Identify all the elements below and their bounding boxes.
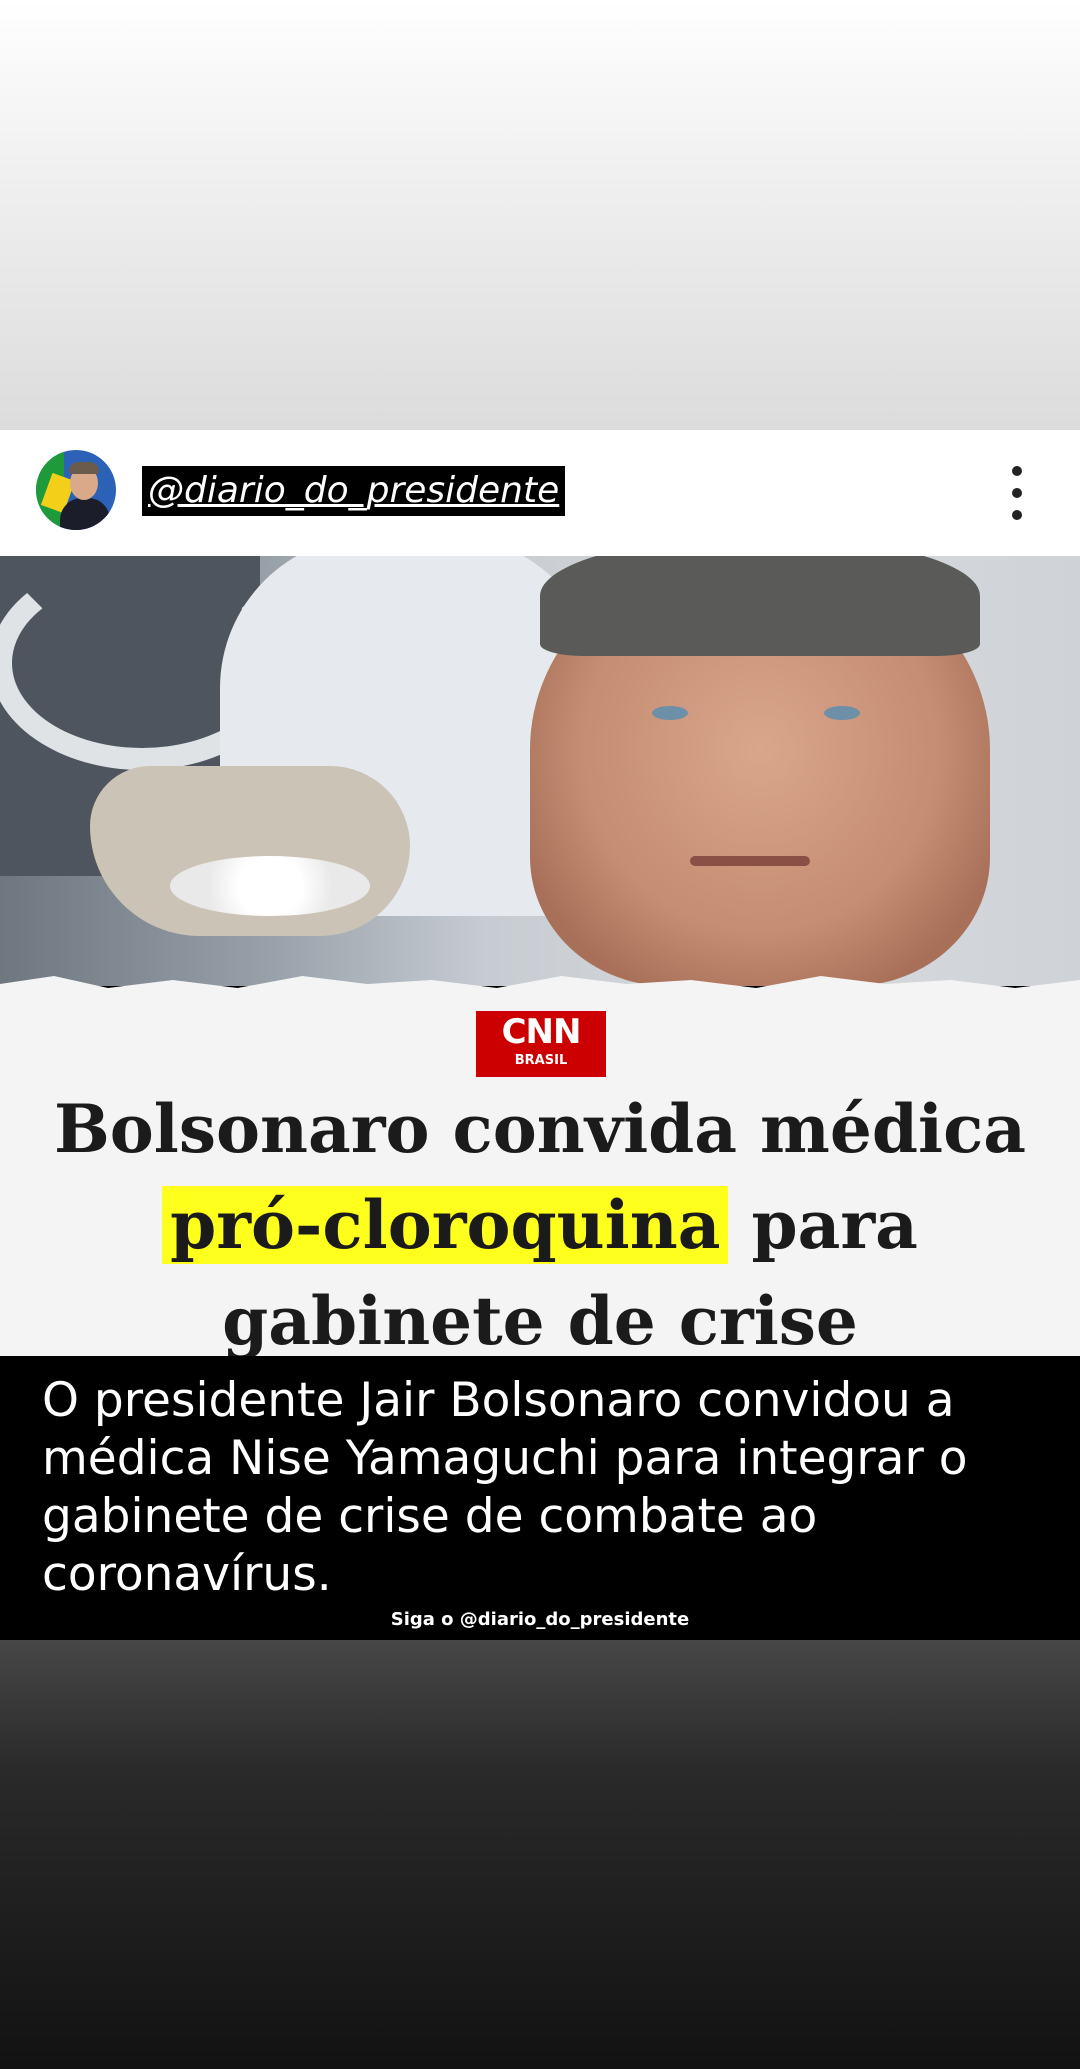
headline-highlight: pró-cloroquina	[162, 1186, 729, 1264]
watermark: Siga o @diario_do_presidente	[390, 1609, 690, 1630]
username-link[interactable]: @diario_do_presidente	[142, 466, 566, 516]
headline-line-3: gabinete de crise	[222, 1282, 858, 1360]
headline-line-1: Bolsonaro convida médica	[53, 1090, 1027, 1168]
news-photo	[0, 556, 1080, 986]
post-image[interactable]: CNN BRASIL Bolsonaro convida médica pró-…	[0, 556, 1080, 1640]
body-text: O presidente Jair Bolsonaro convidou a m…	[42, 1373, 968, 1602]
headline: Bolsonaro convida médica pró-cloroquina …	[0, 1081, 1080, 1369]
headline-line-2: pró-cloroquina para	[0, 1177, 1080, 1273]
cnn-brasil-logo: CNN BRASIL	[476, 1011, 606, 1077]
top-background	[0, 0, 1080, 430]
more-options-icon[interactable]	[1000, 464, 1034, 522]
post-header: @diario_do_presidente	[0, 430, 1080, 556]
bottom-background	[0, 1640, 1080, 2069]
avatar[interactable]	[36, 450, 116, 530]
